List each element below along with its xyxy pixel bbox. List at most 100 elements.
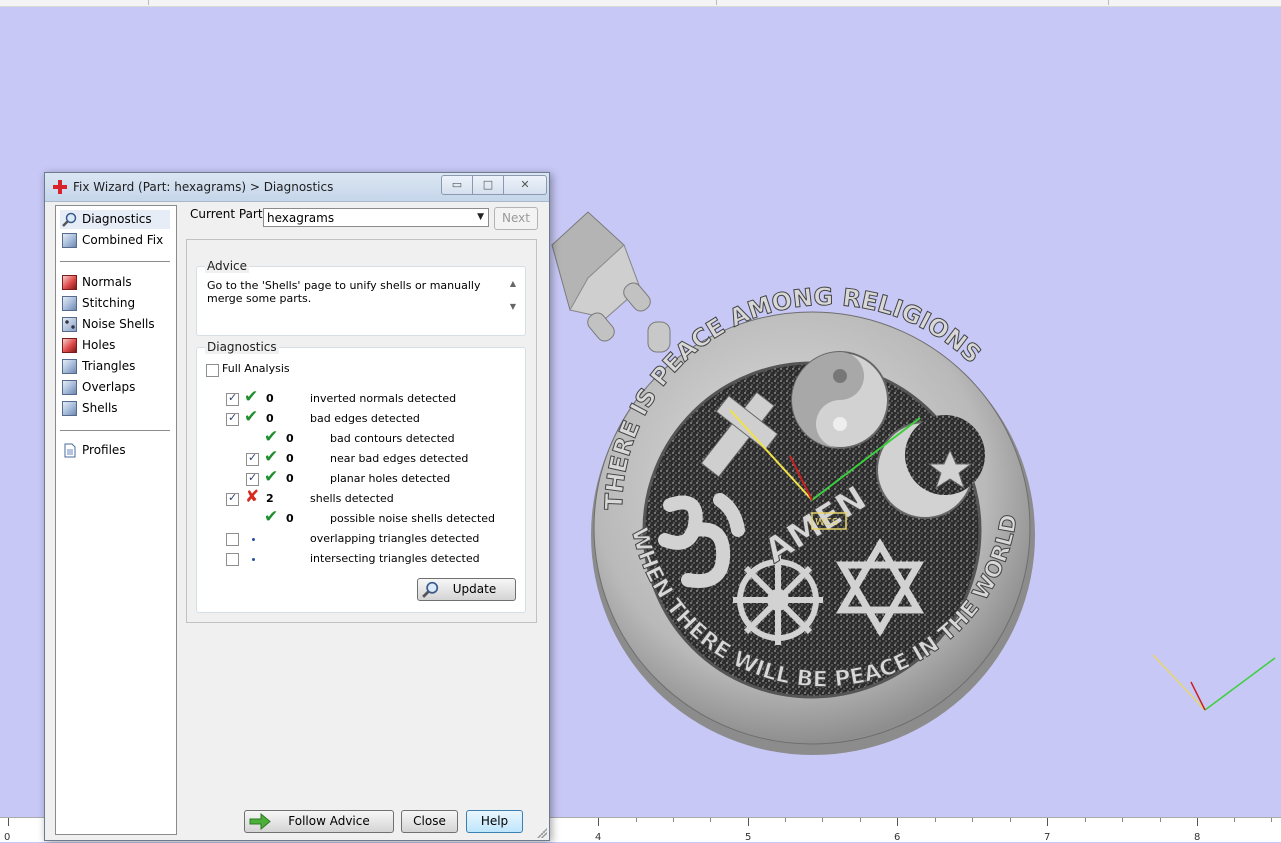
dialog-title: Fix Wizard (Part: hexagrams) > Diagnosti… (73, 180, 334, 194)
sidebar-item-combined-fix[interactable]: Combined Fix (60, 231, 163, 250)
cube-icon (62, 233, 77, 248)
overlapping-triangles-label: overlapping triangles detected (310, 532, 480, 545)
diagnostics-title: Diagnostics (205, 340, 279, 354)
full-analysis-checkbox[interactable] (206, 364, 219, 377)
sidebar-item-label: Combined Fix (82, 233, 164, 247)
planar-holes-label: planar holes detected (330, 472, 451, 485)
sidebar-divider (60, 430, 170, 431)
scroll-down-icon[interactable]: ▼ (507, 302, 519, 311)
sidebar-item-label: Shells (82, 401, 118, 415)
error-cross-icon: ✘ (245, 487, 260, 507)
checkmark-icon: ✔ (244, 407, 259, 427)
current-part-label: Current Part: (190, 207, 267, 221)
inverted-normals-checkbox[interactable] (226, 391, 239, 406)
checkmark-icon: ✔ (264, 467, 279, 487)
magnifier-icon (422, 581, 439, 598)
advice-text: Go to the 'Shells' page to unify shells … (207, 279, 481, 305)
checkmark-icon: ✔ (264, 507, 279, 527)
inverted-normals-label: inverted normals detected (310, 392, 457, 405)
sidebar-item-profiles[interactable]: Profiles (60, 441, 126, 460)
cube-icon (62, 296, 77, 311)
sidebar-item-label: Noise Shells (82, 317, 155, 331)
sidebar-item-shells[interactable]: Shells (60, 399, 118, 418)
sidebar-item-triangles[interactable]: Triangles (60, 357, 135, 376)
orientation-axes-icon (1152, 654, 1276, 711)
planar-holes-count: 0 (286, 472, 294, 485)
scroll-up-icon[interactable]: ▲ (507, 279, 519, 288)
update-label: Update (452, 582, 497, 596)
update-button[interactable]: Update (417, 578, 516, 601)
pending-dot-icon (252, 538, 255, 541)
sidebar-item-overlaps[interactable]: Overlaps (60, 378, 135, 397)
help-button[interactable]: Help (466, 810, 523, 833)
current-part-select[interactable]: hexagrams ▼ (263, 208, 489, 227)
bad-edges-checkbox[interactable] (226, 411, 239, 426)
cube-icon (62, 359, 77, 374)
intersecting-triangles-checkbox[interactable] (226, 553, 239, 566)
cube-icon (62, 401, 77, 416)
pendant-3d-model[interactable]: THERE IS PEACE AMONG RELIGIONS WHEN THER… (540, 200, 1060, 760)
current-part-value: hexagrams (267, 211, 335, 225)
window-controls: ▭ □ ✕ (441, 175, 547, 195)
sidebar-item-noise-shells[interactable]: Noise Shells (60, 315, 155, 334)
wizard-sidebar: Diagnostics Combined Fix Normals Stitchi… (55, 205, 177, 835)
green-arrow-icon (249, 813, 271, 830)
inverted-normals-count: 0 (266, 392, 274, 405)
sidebar-item-stitching[interactable]: Stitching (60, 294, 135, 313)
ruler-label: 0 (4, 832, 11, 843)
checkmark-icon: ✔ (244, 387, 259, 407)
ruler-label: 6 (894, 832, 901, 843)
document-icon (64, 443, 76, 458)
close-window-button[interactable]: ✕ (504, 176, 546, 194)
bad-edges-count: 0 (266, 412, 274, 425)
fix-wizard-dialog: Fix Wizard (Part: hexagrams) > Diagnosti… (44, 172, 550, 841)
pendant-bail (551, 211, 671, 353)
advice-title: Advice (205, 259, 250, 273)
full-analysis-label: Full Analysis (222, 362, 290, 375)
cube-icon (62, 380, 77, 395)
noise-cube-icon (62, 317, 77, 332)
yin-yang-symbol (791, 351, 889, 449)
pending-dot-icon (252, 558, 255, 561)
magnifier-icon (62, 212, 77, 227)
checkmark-icon: ✔ (264, 447, 279, 467)
wcs-label: WCS (815, 517, 838, 528)
sidebar-item-diagnostics[interactable]: Diagnostics (60, 210, 170, 229)
sidebar-divider (60, 261, 170, 262)
near-bad-edges-checkbox[interactable] (246, 451, 259, 466)
bad-edges-label: bad edges detected (310, 412, 420, 425)
near-bad-edges-count: 0 (286, 452, 294, 465)
maximize-button[interactable]: □ (473, 176, 504, 194)
cube-red-icon (62, 338, 77, 353)
sidebar-item-label: Holes (82, 338, 116, 352)
ruler-label: 4 (595, 832, 602, 843)
sidebar-item-label: Overlaps (82, 380, 136, 394)
follow-advice-button[interactable]: Follow Advice (244, 810, 394, 833)
shells-checkbox[interactable] (226, 491, 239, 506)
cube-red-icon (62, 275, 77, 290)
dialog-titlebar[interactable]: Fix Wizard (Part: hexagrams) > Diagnosti… (45, 173, 549, 202)
overlapping-triangles-checkbox[interactable] (226, 533, 239, 546)
noise-shells-count: 0 (286, 512, 294, 525)
checkmark-icon: ✔ (264, 427, 279, 447)
sidebar-item-label: Diagnostics (82, 212, 152, 226)
advice-scrollbar[interactable]: ▲ ▼ (507, 279, 519, 323)
next-button[interactable]: Next (494, 207, 538, 230)
sidebar-item-holes[interactable]: Holes (60, 336, 115, 355)
resize-grip-icon[interactable] (537, 828, 547, 838)
bad-contours-label: bad contours detected (330, 432, 455, 445)
advice-group: Advice Go to the 'Shells' page to unify … (196, 259, 526, 336)
bad-contours-count: 0 (286, 432, 294, 445)
chevron-down-icon: ▼ (477, 212, 484, 222)
sidebar-item-normals[interactable]: Normals (60, 273, 132, 292)
noise-shells-label: possible noise shells detected (330, 512, 496, 525)
top-toolbar-strip (0, 0, 1281, 7)
minimize-button[interactable]: ▭ (442, 176, 473, 194)
red-cross-icon (53, 180, 67, 194)
ruler-label: 5 (745, 832, 752, 843)
close-button[interactable]: Close (401, 810, 458, 833)
ruler-label: 8 (1194, 832, 1201, 843)
planar-holes-checkbox[interactable] (246, 471, 259, 486)
sidebar-item-label: Normals (82, 275, 132, 289)
ruler-label: 7 (1044, 832, 1051, 843)
